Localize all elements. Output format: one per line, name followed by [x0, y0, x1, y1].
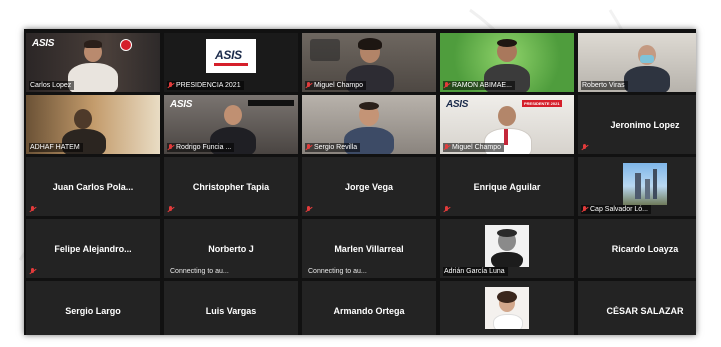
asis-logo: ASIS [32, 38, 55, 49]
profile-photo-city [623, 163, 667, 205]
participant-tile[interactable]: ADHAF HATEM [26, 95, 160, 154]
participant-tile[interactable]: RAMON ABIMAE... [440, 33, 574, 92]
participant-tile[interactable]: Christopher Tapia [164, 157, 298, 216]
participant-tile[interactable]: Jeronimo Lopez [578, 95, 696, 154]
muted-mic-icon [168, 82, 174, 89]
muted-mic-icon [306, 144, 312, 151]
participant-tile[interactable]: Felipe Alejandro... [26, 219, 160, 278]
participant-tile[interactable]: Juan Carlos Pola... [26, 157, 160, 216]
asis-logo: ASIS [170, 99, 193, 110]
participant-name: Norberto J [208, 243, 254, 254]
participant-tile[interactable]: Enrique Aguilar [440, 157, 574, 216]
participant-tile[interactable]: Ricardo Loayza [578, 219, 696, 278]
participant-tile[interactable]: Roberto Viras [578, 33, 696, 92]
participant-tile[interactable]: Norberto J Connecting to au... [164, 219, 298, 278]
participant-name: Armando Ortega [333, 305, 405, 316]
muted-mic-icon [444, 144, 450, 151]
participant-name-label: Miguel Champo [443, 143, 505, 152]
participant-name-label: Carlos Lopez [29, 81, 75, 90]
participant-name: Felipe Alejandro... [54, 243, 132, 254]
participant-name-label: Rodrigo Funcia ... [167, 143, 235, 152]
badge-icon [120, 39, 132, 51]
hashtag-banner [248, 100, 294, 106]
muted-mic-icon [168, 144, 174, 151]
participant-tile[interactable]: Miguel Champo [302, 33, 436, 92]
participant-name-label: RAMON ABIMAE... [443, 81, 515, 90]
participant-tile[interactable]: Marlen Villarreal Connecting to au... [302, 219, 436, 278]
muted-mic-icon [306, 82, 312, 89]
participant-name-label: Sergio Revilla [305, 143, 361, 152]
profile-photo [485, 287, 529, 329]
participant-name-label: Adrián García Luna [443, 267, 508, 276]
participant-name-label: Roberto Viras [581, 81, 628, 90]
participant-name: Sergio Largo [65, 305, 121, 316]
connection-status: Connecting to au... [170, 268, 229, 275]
participant-tile[interactable]: CÉSAR SALAZAR [578, 281, 696, 335]
participant-tile[interactable]: Sergio Largo [26, 281, 160, 335]
participant-name-label: ADHAF HATEM [29, 143, 83, 152]
red-tie [504, 129, 508, 145]
participant-tile[interactable]: Cap Salvador Ló... [578, 157, 696, 216]
presidente-banner: PRESIDENTE 2021 [522, 100, 562, 107]
participant-name: Jeronimo Lopez [610, 119, 680, 130]
participant-tile[interactable] [440, 281, 574, 335]
participant-name: Jorge Vega [344, 181, 394, 192]
participant-name: Enrique Aguilar [473, 181, 541, 192]
muted-mic-icon [444, 206, 450, 213]
world-map-decor [310, 39, 340, 61]
participant-tile[interactable]: ASIS PRESIDENCIA 2021 [164, 33, 298, 92]
participant-name-label: Miguel Champo [305, 81, 367, 90]
muted-mic-icon [30, 206, 36, 213]
muted-mic-icon [582, 144, 588, 151]
participant-tile[interactable]: Sergio Revilla [302, 95, 436, 154]
participant-name: Luis Vargas [205, 305, 257, 316]
muted-mic-icon [168, 206, 174, 213]
participant-tile[interactable]: ASIS PRESIDENTE 2021 Miguel Champo [440, 95, 574, 154]
participant-name: Juan Carlos Pola... [52, 181, 134, 192]
profile-photo [485, 225, 529, 267]
participant-name: CÉSAR SALAZAR [606, 305, 684, 316]
muted-mic-icon [306, 206, 312, 213]
asis-logo: ASIS [446, 99, 469, 110]
video-call-window: ASIS Carlos Lopez ASIS PRESIDENCIA 2021 … [24, 29, 696, 335]
face-mask [640, 55, 654, 63]
connection-status: Connecting to au... [308, 268, 367, 275]
participant-tile[interactable]: Armando Ortega [302, 281, 436, 335]
participant-name: Ricardo Loayza [611, 243, 679, 254]
participant-tile[interactable]: Jorge Vega [302, 157, 436, 216]
muted-mic-icon [444, 82, 450, 89]
participant-name: Christopher Tapia [192, 181, 270, 192]
participant-name-label: Cap Salvador Ló... [581, 205, 651, 214]
participant-grid: ASIS Carlos Lopez ASIS PRESIDENCIA 2021 … [26, 33, 696, 335]
muted-mic-icon [582, 206, 588, 213]
asis-logo: ASIS [215, 48, 242, 62]
muted-mic-icon [30, 268, 36, 275]
participant-tile[interactable]: ASIS Rodrigo Funcia ... [164, 95, 298, 154]
presidencia-card: ASIS [206, 39, 256, 73]
participant-tile[interactable]: Luis Vargas [164, 281, 298, 335]
participant-name: Marlen Villarreal [334, 243, 404, 254]
participant-tile[interactable]: ASIS Carlos Lopez [26, 33, 160, 92]
participant-tile[interactable]: Adrián García Luna [440, 219, 574, 278]
participant-name-label: PRESIDENCIA 2021 [167, 81, 244, 90]
